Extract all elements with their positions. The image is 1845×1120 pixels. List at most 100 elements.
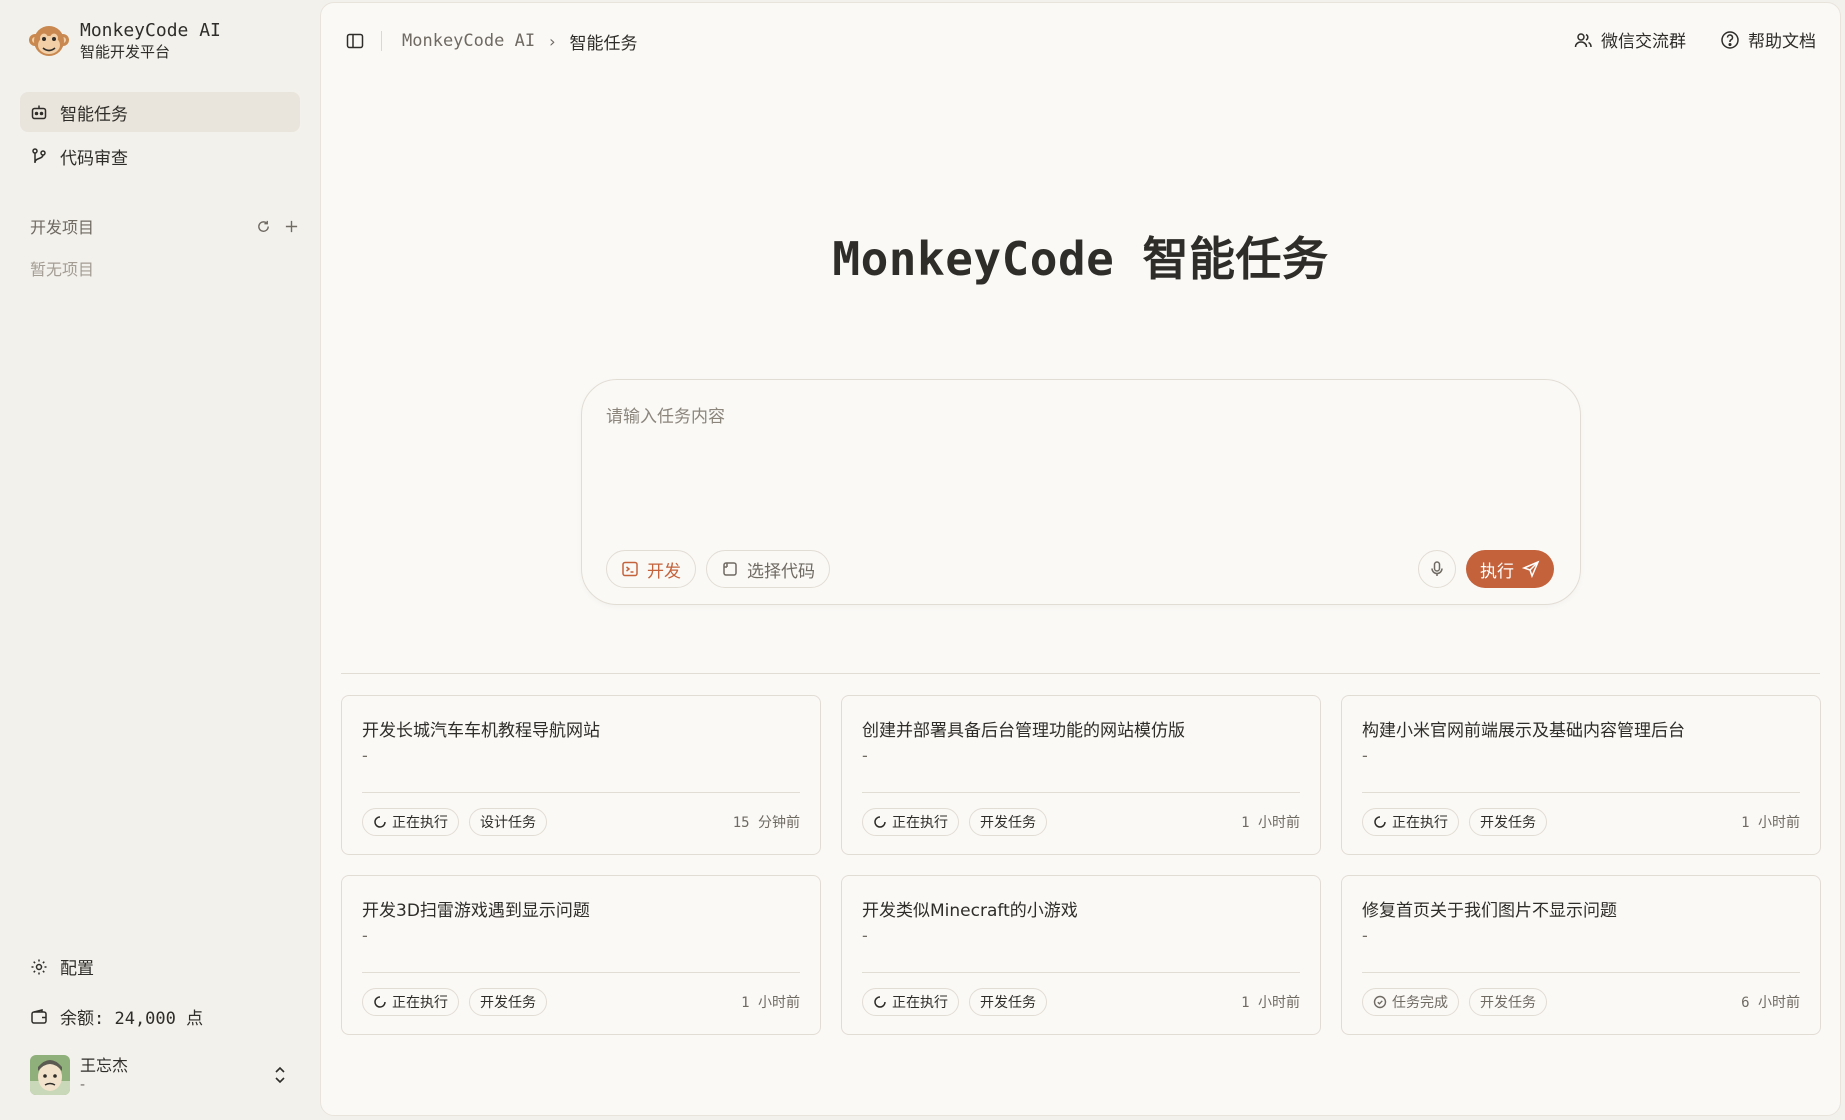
main-panel: MonkeyCode AI › 智能任务 微信交流群 帮助文档 MonkeyCo… [320,2,1841,1116]
breadcrumb-chevron-icon: › [549,31,556,51]
sidebar-item-label: 代码审查 [60,148,128,169]
terminal-icon [622,561,638,577]
task-card[interactable]: 开发类似Minecraft的小游戏 - 正在执行 开发任务 1 小时前 [841,875,1321,1035]
sidebar-item-smart-tasks[interactable]: 智能任务 [20,92,300,132]
refresh-icon[interactable] [254,217,272,235]
task-title: 构建小米官网前端展示及基础内容管理后台 [1362,721,1685,741]
sidebar: MonkeyCode AI 智能开发平台 智能任务 代码审查 开发项目 暂无项目 [0,0,320,1120]
task-card[interactable]: 修复首页关于我们图片不显示问题 - 任务完成 开发任务 6 小时前 [1341,875,1821,1035]
topbar: MonkeyCode AI › 智能任务 微信交流群 帮助文档 [345,27,1816,55]
breadcrumb-current: 智能任务 [569,33,638,54]
help-circle-icon [1721,30,1739,49]
send-icon [1522,560,1540,578]
task-time: 1 小时前 [1741,815,1800,831]
task-title: 开发长城汽车车机教程导航网站 [362,721,600,741]
section-divider [341,673,1820,674]
type-badge: 开发任务 [969,808,1047,836]
divider [381,31,382,51]
select-code-label: 选择代码 [747,561,815,582]
select-code-button[interactable]: 选择代码 [706,550,830,588]
balance-label: 余额: 24,000 点 [60,1009,204,1029]
breadcrumb: MonkeyCode AI › 智能任务 [402,29,637,54]
spinner-icon [1374,816,1386,828]
spinner-icon [874,816,886,828]
status-badge: 正在执行 [362,988,459,1016]
mode-dev-button[interactable]: 开发 [606,550,696,588]
brand-subtitle: 智能开发平台 [80,43,171,61]
status-label: 正在执行 [392,815,448,831]
type-badge: 设计任务 [469,808,547,836]
projects-empty-text: 暂无项目 [30,260,95,279]
status-label: 正在执行 [892,815,948,831]
type-badge: 开发任务 [969,988,1047,1016]
type-badge: 开发任务 [469,988,547,1016]
task-composer: 开发 选择代码 执行 [581,379,1581,605]
help-docs-link[interactable]: 帮助文档 [1720,27,1816,52]
status-label: 任务完成 [1392,995,1448,1011]
status-label: 正在执行 [892,995,948,1011]
mode-dev-label: 开发 [647,561,681,582]
spinner-icon [874,996,886,1008]
users-icon [1574,32,1592,47]
repo-icon [723,562,737,576]
task-card[interactable]: 开发3D扫雷游戏遇到显示问题 - 正在执行 开发任务 1 小时前 [341,875,821,1035]
avatar [30,1055,70,1095]
task-description: - [862,746,868,765]
status-label: 正在执行 [1392,815,1448,831]
card-divider [362,792,800,793]
execute-button[interactable]: 执行 [1466,550,1554,588]
card-divider [362,972,800,973]
sidebar-toggle-icon[interactable] [345,31,365,51]
user-menu[interactable]: 王忘杰 - [30,1054,300,1096]
user-subtitle: - [80,1077,86,1093]
status-label: 正在执行 [392,995,448,1011]
card-divider [862,972,1300,973]
robot-icon [31,105,47,120]
settings-label: 配置 [60,959,94,979]
microphone-button[interactable] [1418,550,1456,588]
task-description: - [362,746,368,765]
add-project-icon[interactable] [282,217,300,235]
spinner-icon [374,996,386,1008]
task-description: - [1362,746,1368,765]
task-card[interactable]: 构建小米官网前端展示及基础内容管理后台 - 正在执行 开发任务 1 小时前 [1341,695,1821,855]
breadcrumb-root[interactable]: MonkeyCode AI [402,31,535,51]
task-title: 创建并部署具备后台管理功能的网站模仿版 [862,721,1185,741]
task-title: 开发类似Minecraft的小游戏 [862,901,1078,921]
brand[interactable]: MonkeyCode AI 智能开发平台 [28,20,221,62]
task-card[interactable]: 创建并部署具备后台管理功能的网站模仿版 - 正在执行 开发任务 1 小时前 [841,695,1321,855]
task-input[interactable] [606,402,1546,502]
microphone-icon [1431,561,1443,576]
monkey-logo-icon [29,26,69,56]
wechat-group-link[interactable]: 微信交流群 [1573,27,1686,52]
type-badge: 开发任务 [1469,808,1547,836]
gear-icon [31,959,47,974]
status-badge: 正在执行 [862,988,959,1016]
status-badge: 正在执行 [862,808,959,836]
projects-title: 开发项目 [30,218,95,237]
settings-button[interactable]: 配置 [30,954,94,979]
task-time: 1 小时前 [1241,995,1300,1011]
card-divider [862,792,1300,793]
task-description: - [362,926,368,945]
balance: 余额: 24,000 点 [30,1004,203,1029]
status-badge: 正在执行 [1362,808,1459,836]
task-title: 开发3D扫雷游戏遇到显示问题 [362,901,590,921]
help-docs-label: 帮助文档 [1748,32,1816,52]
check-circle-icon [1373,995,1387,1009]
header-links: 微信交流群 帮助文档 [1573,27,1816,52]
status-badge: 正在执行 [362,808,459,836]
task-title: 修复首页关于我们图片不显示问题 [1362,901,1617,921]
status-badge: 任务完成 [1362,988,1459,1016]
projects-section-header: 开发项目 [30,214,300,238]
spinner-icon [374,816,386,828]
type-badge: 开发任务 [1469,988,1547,1016]
chevron-up-down-icon[interactable] [270,1064,290,1086]
task-card[interactable]: 开发长城汽车车机教程导航网站 - 正在执行 设计任务 15 分钟前 [341,695,821,855]
task-time: 1 小时前 [741,995,800,1011]
brand-name: MonkeyCode AI [80,20,221,41]
card-divider [1362,792,1800,793]
task-time: 1 小时前 [1241,815,1300,831]
sidebar-item-code-review[interactable]: 代码审查 [20,136,300,176]
card-divider [1362,972,1800,973]
